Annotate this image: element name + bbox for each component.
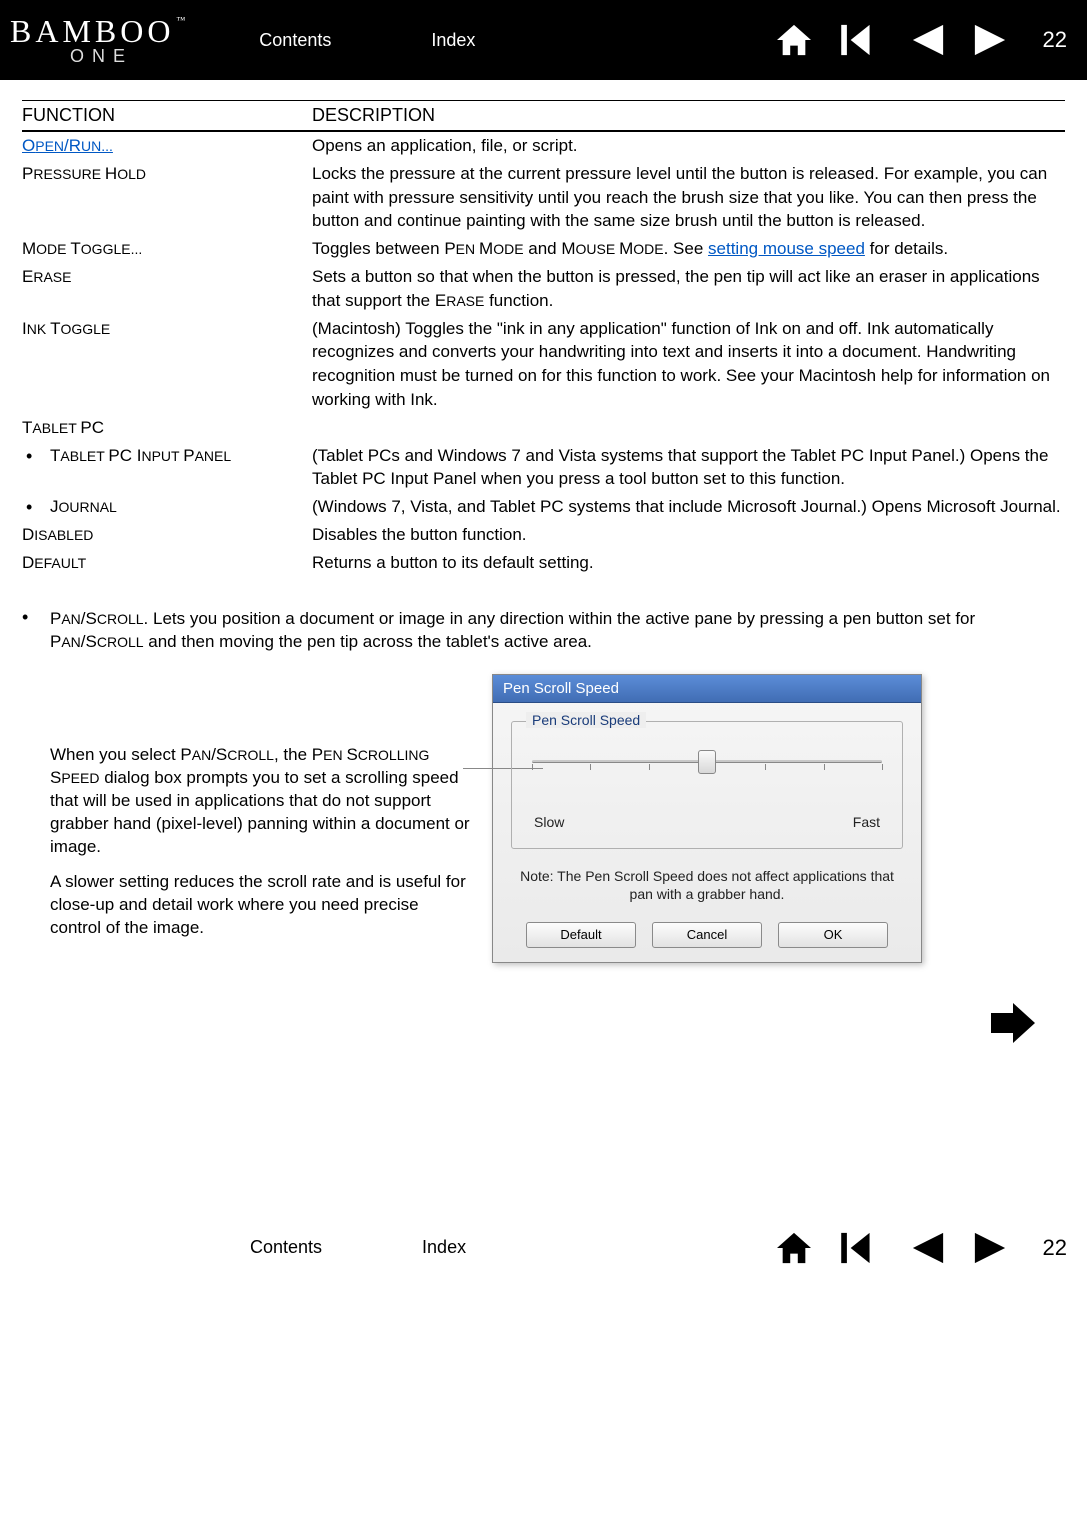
desc-tablet-panel: (Tablet PCs and Windows 7 and Vista syst… [312, 442, 1065, 494]
prev-page-icon[interactable] [911, 23, 945, 57]
th-description: DESCRIPTION [312, 101, 1065, 132]
pen-scroll-speed-dialog: Pen Scroll Speed Pen Scroll Speed [492, 674, 922, 962]
fn-tablet-panel: TABLET PC INPUT PANEL [22, 442, 312, 494]
cancel-button[interactable]: Cancel [652, 922, 762, 948]
next-page-icon[interactable] [973, 1231, 1007, 1265]
row-open-run: OPEN/RUN... Opens an application, file, … [22, 131, 1065, 160]
home-icon[interactable] [775, 23, 813, 57]
brand-sub: ONE [70, 46, 133, 67]
page-content: FUNCTION DESCRIPTION OPEN/RUN... Opens a… [0, 80, 1087, 1058]
fn-erase: ERASE [22, 263, 312, 315]
fn-ink-toggle: INK TOGGLE [22, 315, 312, 414]
nav-contents-link[interactable]: Contents [259, 30, 331, 51]
row-tablet-panel: TABLET PC INPUT PANEL (Tablet PCs and Wi… [22, 442, 1065, 494]
fn-journal: JOURNAL [22, 493, 312, 521]
row-mode-toggle: MODE TOGGLE... Toggles between PEN MODE … [22, 235, 1065, 263]
desc-open-run: Opens an application, file, or script. [312, 131, 1065, 160]
row-erase: ERASE Sets a button so that when the but… [22, 263, 1065, 315]
dialog-row: When you select PAN/SCROLL, the PEN SCRO… [22, 674, 1065, 962]
desc-journal: (Windows 7, Vista, and Tablet PC systems… [312, 493, 1065, 521]
slider-thumb-icon[interactable] [698, 750, 716, 774]
default-button[interactable]: Default [526, 922, 636, 948]
row-pressure-hold: PRESSURE HOLD Locks the pressure at the … [22, 160, 1065, 235]
first-page-icon[interactable] [841, 1231, 883, 1265]
fn-open-run[interactable]: OPEN/RUN... [22, 136, 113, 155]
fn-disabled: DISABLED [22, 521, 312, 549]
first-page-icon[interactable] [841, 23, 883, 57]
pan-scroll-section: • PAN/SCROLL. Lets you position a docume… [22, 607, 1065, 655]
fn-default: DEFAULT [22, 549, 312, 577]
desc-erase: Sets a button so that when the button is… [312, 263, 1065, 315]
row-journal: JOURNAL (Windows 7, Vista, and Tablet PC… [22, 493, 1065, 521]
home-icon[interactable] [775, 1231, 813, 1265]
top-navbar: BAMBOO ™ ONE Contents Index 22 [0, 0, 1087, 80]
page-number-top: 22 [1043, 27, 1067, 53]
desc-disabled: Disables the button function. [312, 521, 1065, 549]
fn-tablet-pc: TABLET PC [22, 414, 312, 442]
link-setting-mouse-speed[interactable]: setting mouse speed [708, 239, 865, 258]
page-number-bottom: 22 [1043, 1235, 1067, 1261]
fn-pressure-hold: PRESSURE HOLD [22, 160, 312, 235]
row-disabled: DISABLED Disables the button function. [22, 521, 1065, 549]
dialog-note: Note: The Pen Scroll Speed does not affe… [511, 867, 903, 903]
function-table: FUNCTION DESCRIPTION OPEN/RUN... Opens a… [22, 100, 1065, 577]
fn-mode-toggle: MODE TOGGLE... [22, 235, 312, 263]
bottom-navbar: Contents Index 22 [0, 1218, 1087, 1278]
brand-logo: BAMBOO ™ ONE [10, 13, 189, 67]
brand-tm: ™ [176, 15, 189, 25]
nav-index-link-bottom[interactable]: Index [422, 1237, 466, 1258]
th-function: FUNCTION [22, 101, 312, 132]
prev-page-icon[interactable] [911, 1231, 945, 1265]
next-page-icon[interactable] [973, 23, 1007, 57]
row-tablet-pc: TABLET PC [22, 414, 1065, 442]
slider-label-fast: Fast [853, 814, 880, 830]
desc-default: Returns a button to its default setting. [312, 549, 1065, 577]
dialog-title: Pen Scroll Speed [493, 675, 921, 703]
slider-label-slow: Slow [534, 814, 564, 830]
brand-main: BAMBOO [10, 13, 174, 50]
fieldset-legend: Pen Scroll Speed [526, 712, 646, 728]
dialog-fieldset: Pen Scroll Speed Slow Fast [511, 721, 903, 849]
nav-index-link[interactable]: Index [431, 30, 475, 51]
desc-mode-toggle: Toggles between PEN MODE and MOUSE MODE.… [312, 235, 1065, 263]
nav-contents-link-bottom[interactable]: Contents [250, 1237, 322, 1258]
row-ink-toggle: INK TOGGLE (Macintosh) Toggles the "ink … [22, 315, 1065, 414]
desc-ink-toggle: (Macintosh) Toggles the "ink in any appl… [312, 315, 1065, 414]
continue-arrow-icon[interactable] [991, 1003, 1035, 1043]
pan-scroll-text: PAN/SCROLL. Lets you position a document… [50, 607, 1065, 655]
ok-button[interactable]: OK [778, 922, 888, 948]
desc-pressure-hold: Locks the pressure at the current pressu… [312, 160, 1065, 235]
scroll-speed-slider[interactable] [532, 750, 882, 790]
row-default: DEFAULT Returns a button to its default … [22, 549, 1065, 577]
dialog-description: When you select PAN/SCROLL, the PEN SCRO… [22, 674, 492, 962]
